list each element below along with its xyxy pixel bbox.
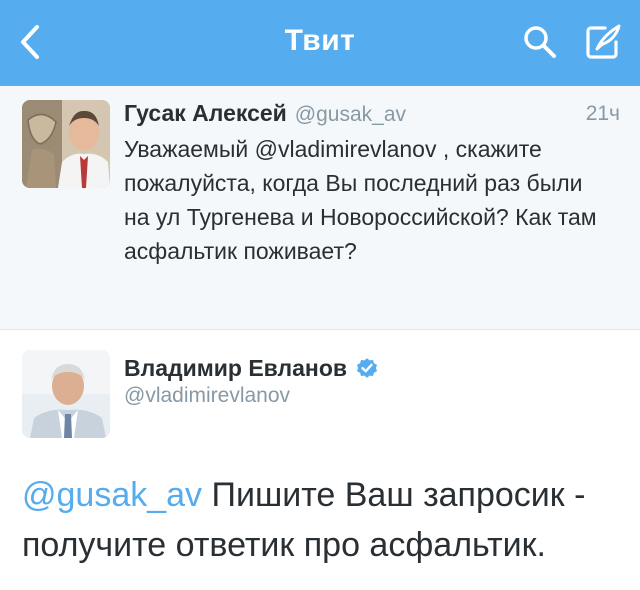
tweet-header: Гусак Алексей @gusak_av 21ч (124, 100, 620, 132)
tweet-timestamp: 21ч (585, 102, 620, 125)
tweet-header: Владимир Евланов (124, 352, 379, 384)
author-handle[interactable]: @gusak_av (295, 103, 406, 126)
tweet-text: Уважаемый @vladimirevlanov , скажите пож… (124, 136, 597, 264)
search-button[interactable] (518, 20, 562, 64)
search-icon (524, 26, 556, 58)
verified-badge-icon (357, 358, 378, 378)
author-handle[interactable]: @vladimirevlanov (124, 384, 290, 408)
compose-button[interactable] (580, 18, 626, 66)
author-name[interactable]: Владимир Евланов (124, 355, 347, 382)
parent-tweet[interactable]: Гусак Алексей @gusak_av 21ч Уважаемый @vl… (0, 86, 640, 330)
avatar[interactable] (22, 100, 110, 188)
author-name[interactable]: Гусак Алексей (124, 100, 287, 126)
tweet-text: @gusak_av Пишите Ваш запросик - получите… (22, 470, 622, 570)
navigation-bar: Твит (0, 0, 640, 86)
mention-link[interactable]: @gusak_av (22, 476, 202, 514)
avatar[interactable] (22, 350, 110, 438)
compose-tweet-icon (586, 24, 621, 59)
user-photo-icon (22, 100, 110, 188)
user-photo-icon (22, 350, 110, 438)
